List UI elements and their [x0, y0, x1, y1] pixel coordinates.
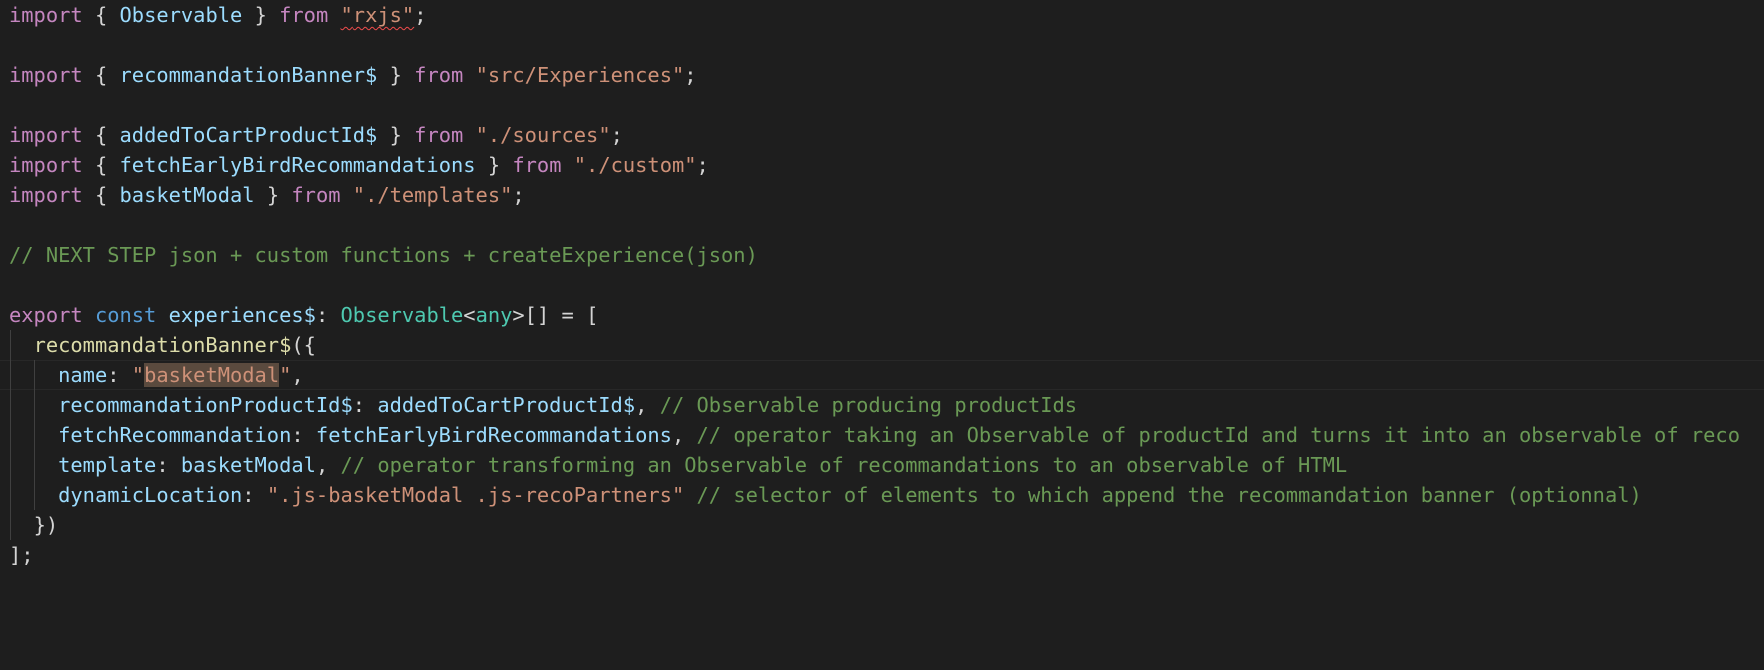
- punctuation-token: <: [463, 303, 476, 327]
- punctuation-token: ;: [610, 123, 623, 147]
- keyword-token: from: [414, 123, 464, 147]
- code-line-14[interactable]: recommandationProductId$: addedToCartPro…: [9, 390, 1764, 420]
- punctuation-token: {: [94, 153, 108, 177]
- declaration-token: const: [94, 303, 157, 327]
- comment-token: // operator transforming an Observable o…: [340, 453, 1348, 477]
- type-token: any: [475, 303, 513, 327]
- punctuation-token: {: [94, 63, 108, 87]
- property-key-token: template: [58, 453, 157, 477]
- punctuation-token: {: [94, 3, 108, 27]
- punctuation-token: ;: [696, 153, 709, 177]
- punctuation-token: >[] = [: [512, 303, 599, 327]
- code-line-15[interactable]: fetchRecommandation: fetchEarlyBirdRecom…: [9, 420, 1764, 450]
- punctuation-token: ({: [291, 333, 316, 357]
- keyword-token: export: [9, 303, 83, 327]
- code-editor[interactable]: import { Observable } from "rxjs"; impor…: [0, 0, 1764, 670]
- comment-token: // Observable producing productIds: [659, 393, 1078, 417]
- error-squiggle-string: "rxjs": [341, 3, 415, 27]
- keyword-token: from: [512, 153, 562, 177]
- identifier-token: fetchEarlyBirdRecommandations: [315, 423, 672, 447]
- punctuation-token: }: [487, 153, 501, 177]
- code-line-17[interactable]: dynamicLocation: ".js-basketModal .js-re…: [9, 480, 1764, 510]
- code-line-18[interactable]: }): [9, 510, 1764, 540]
- code-line-12[interactable]: recommandationBanner$({: [9, 330, 1764, 360]
- comment-token: // operator taking an Observable of prod…: [696, 423, 1740, 447]
- keyword-token: import: [9, 123, 83, 147]
- code-line-10[interactable]: [9, 270, 1764, 300]
- punctuation-token: ;: [684, 63, 697, 87]
- keyword-token: from: [291, 183, 341, 207]
- punctuation-token: {: [94, 123, 108, 147]
- type-token: Observable: [340, 303, 464, 327]
- punctuation-token: }: [266, 183, 280, 207]
- code-line-16[interactable]: template: basketModal, // operator trans…: [9, 450, 1764, 480]
- punctuation-token: :: [291, 423, 304, 447]
- punctuation-token: ,: [671, 423, 685, 447]
- code-line-11[interactable]: export const experiences$: Observable<an…: [9, 300, 1764, 330]
- property-key-token: recommandationProductId$: [58, 393, 353, 417]
- property-key-token: fetchRecommandation: [58, 423, 292, 447]
- string-token: "./custom": [573, 153, 697, 177]
- punctuation-token: }: [389, 123, 402, 147]
- identifier-token: experiences$: [168, 303, 316, 327]
- string-quote: ": [279, 363, 292, 387]
- code-line-4[interactable]: [9, 90, 1764, 120]
- code-line-8[interactable]: [9, 210, 1764, 240]
- keyword-token: from: [279, 3, 329, 27]
- keyword-token: import: [9, 63, 83, 87]
- identifier-token: addedToCartProductId$: [377, 393, 636, 417]
- code-line-3[interactable]: import { recommandationBanner$ } from "s…: [9, 60, 1764, 90]
- punctuation-token: }: [254, 3, 267, 27]
- function-call-token: recommandationBanner$: [33, 333, 292, 357]
- property-key-token: dynamicLocation: [58, 483, 243, 507]
- punctuation-token: :: [242, 483, 255, 507]
- code-line-19[interactable]: ];: [9, 540, 1764, 570]
- comment-token: // NEXT STEP json + custom functions + c…: [9, 243, 758, 267]
- punctuation-token: }): [33, 513, 59, 537]
- identifier-token: basketModal: [119, 183, 255, 207]
- code-line-5[interactable]: import { addedToCartProductId$ } from ".…: [9, 120, 1764, 150]
- punctuation-token: }: [389, 63, 402, 87]
- selection-highlight: basketModal: [144, 363, 280, 387]
- string-token: "src/Experiences": [475, 63, 685, 87]
- keyword-token: import: [9, 3, 83, 27]
- keyword-token: import: [9, 183, 83, 207]
- identifier-token: basketModal: [180, 453, 316, 477]
- string-token: ".js-basketModal .js-recoPartners": [266, 483, 685, 507]
- punctuation-token: {: [94, 183, 108, 207]
- comment-token: // selector of elements to which append …: [696, 483, 1642, 507]
- string-quote: ": [401, 3, 415, 27]
- punctuation-token: :: [107, 363, 120, 387]
- identifier-token: recommandationBanner$: [119, 63, 378, 87]
- punctuation-token: ;: [512, 183, 525, 207]
- punctuation-token: ];: [9, 543, 34, 567]
- keyword-token: import: [9, 153, 83, 177]
- property-key-token: name: [58, 363, 108, 387]
- code-line-13[interactable]: name: "basketModal",: [9, 360, 1764, 390]
- code-line-1[interactable]: import { Observable } from "rxjs";: [9, 0, 1764, 30]
- punctuation-token: :: [352, 393, 366, 417]
- string-token: "basketModal": [131, 363, 292, 387]
- identifier-token: Observable: [119, 3, 243, 27]
- punctuation-token: ;: [414, 3, 427, 27]
- identifier-token: fetchEarlyBirdRecommandations: [119, 153, 476, 177]
- string-value: rxjs: [352, 3, 402, 27]
- code-line-6[interactable]: import { fetchEarlyBirdRecommandations }…: [9, 150, 1764, 180]
- string-quote: ": [131, 363, 145, 387]
- code-line-9[interactable]: // NEXT STEP json + custom functions + c…: [9, 240, 1764, 270]
- punctuation-token: ,: [291, 363, 304, 387]
- punctuation-token: ,: [315, 453, 329, 477]
- keyword-token: from: [414, 63, 464, 87]
- identifier-token: addedToCartProductId$: [119, 123, 378, 147]
- string-token: "./templates": [352, 183, 513, 207]
- punctuation-token: ,: [635, 393, 648, 417]
- punctuation-token: :: [156, 453, 169, 477]
- punctuation-token: :: [315, 303, 329, 327]
- code-area[interactable]: import { Observable } from "rxjs"; impor…: [9, 0, 1764, 570]
- code-line-7[interactable]: import { basketModal } from "./templates…: [9, 180, 1764, 210]
- code-line-2[interactable]: [9, 30, 1764, 60]
- string-quote: ": [340, 3, 353, 27]
- string-token: "./sources": [475, 123, 611, 147]
